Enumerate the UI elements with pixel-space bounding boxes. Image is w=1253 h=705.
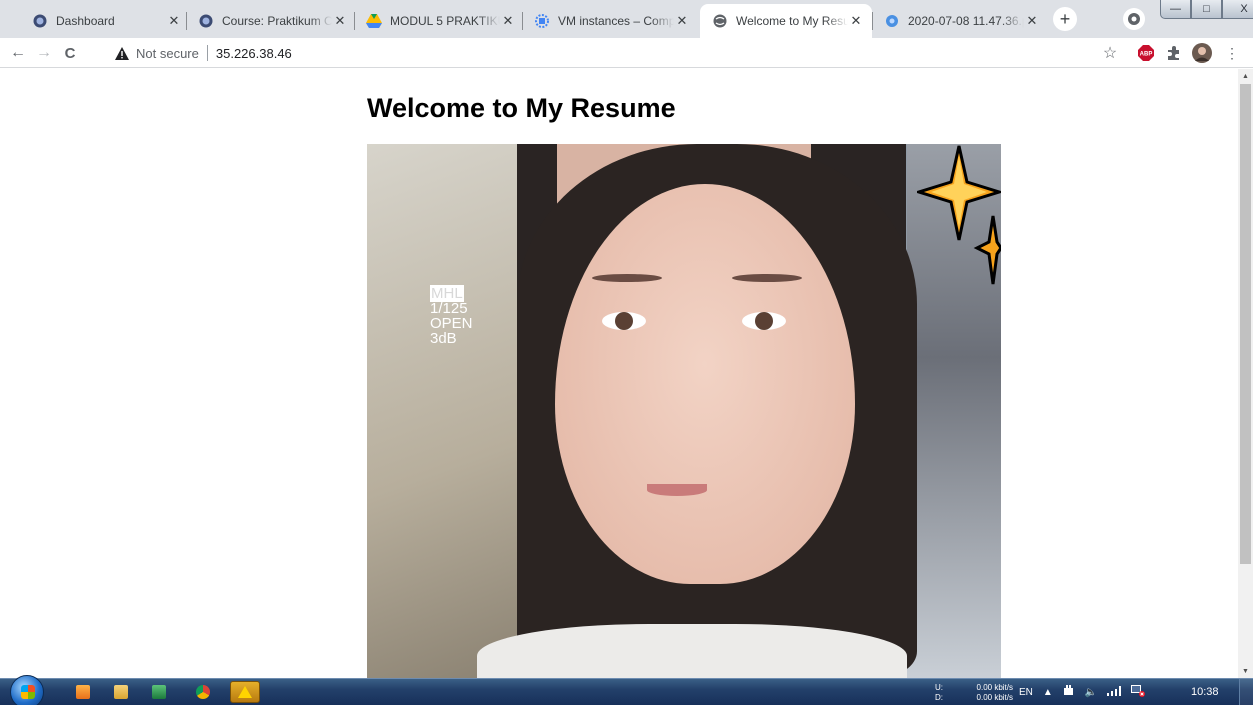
chrome-profile-icon[interactable] [1123,8,1145,30]
maximize-button[interactable]: □ [1191,0,1222,19]
tab-course-praktikum[interactable]: Course: Praktikum Cloud ✕ [186,4,356,38]
blue-dot-icon [884,13,900,29]
window-close-button[interactable]: X [1222,0,1253,19]
spreadsheet-icon [152,685,166,699]
close-icon[interactable]: ✕ [500,13,516,29]
tray-expand-arrow-icon[interactable]: ▲ [1043,687,1053,698]
omnibox-separator [206,45,208,61]
browser-toolbar: ← → C Not secure 35.226.38.46 ☆ ABP ⋮ [0,38,1253,68]
taskbar-chrome[interactable] [188,681,218,703]
globe-icon [712,13,728,29]
kebab-menu-icon[interactable]: ⋮ [1222,43,1242,63]
google-drive-icon [366,13,382,29]
security-label[interactable]: Not secure [136,46,199,61]
power-icon[interactable] [1063,685,1075,700]
tab-title: MODUL 5 PRAKTIKUM [390,14,500,28]
address-bar[interactable]: Not secure 35.226.38.46 [104,41,1124,65]
forward-button[interactable]: → [34,43,54,63]
page-viewport: Welcome to My Resume MHL 1/125 OPEN 3dB [0,69,1238,678]
upload-label: U: [935,682,943,692]
overlay-line: OPEN [430,315,473,332]
photo-mouth [647,484,707,496]
network-error-icon[interactable] [1131,685,1146,700]
tab-title: VM instances – Compute [558,14,674,28]
photo-overlay-text: MHL 1/125 OPEN 3dB [430,285,473,347]
new-tab-button[interactable]: + [1053,7,1077,31]
taskbar-explorer[interactable] [106,681,136,703]
tab-title: Welcome to My Resume [736,14,848,28]
signal-bars-icon[interactable] [1107,686,1122,699]
window-controls: — □ X [1160,0,1253,20]
upload-value: 0.00 kbit/s [976,682,1013,692]
taskbar-spreadsheet[interactable] [144,681,174,703]
scrollbar-thumb[interactable] [1240,84,1251,564]
folder-icon [114,685,128,699]
overlay-line: 3dB [430,330,457,347]
warning-icon[interactable] [114,45,130,61]
download-value: 0.00 kbit/s [976,692,1013,702]
close-icon[interactable]: ✕ [1024,13,1040,29]
compute-engine-icon [534,13,550,29]
network-values: 0.00 kbit/s 0.00 kbit/s [949,683,1013,703]
sparkle-icon [917,145,1001,285]
moodle-icon [198,13,214,29]
tab-dashboard[interactable]: Dashboard ✕ [20,4,190,38]
adblock-plus-icon[interactable]: ABP [1136,43,1156,63]
back-button[interactable]: ← [8,43,28,63]
windows-taskbar: U: D: 0.00 kbit/s 0.00 kbit/s EN ▲ 🔈 10:… [0,675,1253,705]
overlay-line: 1/125 [430,300,468,317]
close-icon[interactable]: ✕ [332,13,348,29]
tab-title: 2020-07-08 11.47.36.png [908,14,1024,28]
minimize-button[interactable]: — [1160,0,1191,19]
tab-vm-instances[interactable]: VM instances – Compute ✕ [522,4,698,38]
clock-time[interactable]: 10:38 [1191,686,1219,698]
network-labels: U: D: [935,683,949,703]
extensions-puzzle-icon[interactable] [1164,43,1184,63]
svg-text:ABP: ABP [1140,52,1153,58]
scroll-down-arrow-icon[interactable]: ▼ [1238,664,1253,678]
tab-modul-5[interactable]: MODUL 5 PRAKTIKUM ✕ [354,4,524,38]
profile-avatar[interactable] [1192,43,1212,63]
photo-shirt [477,624,907,678]
start-button[interactable] [10,675,44,705]
bookmark-star-icon[interactable]: ☆ [1100,43,1120,63]
tab-title: Course: Praktikum Cloud [222,14,332,28]
warning-icon [238,686,252,698]
vertical-scrollbar[interactable]: ▲ ▼ [1238,69,1253,678]
photo-brow [732,274,802,282]
close-icon[interactable]: ✕ [848,13,864,29]
page-title: Welcome to My Resume [367,93,676,123]
photo-eye [602,312,646,330]
moodle-icon [32,13,48,29]
profile-photo: MHL 1/125 OPEN 3dB [367,144,1001,678]
volume-icon[interactable]: 🔈 [1085,687,1097,698]
language-indicator[interactable]: EN [1019,687,1033,698]
system-tray: U: D: 0.00 kbit/s 0.00 kbit/s EN ▲ 🔈 [935,679,1155,705]
scroll-up-arrow-icon[interactable]: ▲ [1238,69,1253,83]
tab-title: Dashboard [56,14,115,28]
photo-background-wall [367,144,517,678]
url-text[interactable]: 35.226.38.46 [216,46,292,61]
tab-welcome-resume[interactable]: Welcome to My Resume ✕ [700,4,872,38]
tab-screenshot-png[interactable]: 2020-07-08 11.47.36.png ✕ [872,4,1048,38]
close-icon[interactable]: ✕ [166,13,182,29]
media-player-icon [76,685,90,699]
tab-strip: Dashboard ✕ Course: Praktikum Cloud ✕ MO… [0,0,1253,38]
photo-eye [742,312,786,330]
close-icon[interactable]: ✕ [674,13,690,29]
taskbar-media-player[interactable] [68,681,98,703]
taskbar-warning-app[interactable] [230,681,260,703]
chrome-icon [196,685,210,699]
download-label: D: [935,692,943,702]
reload-button[interactable]: C [60,43,80,63]
photo-brow [592,274,662,282]
show-desktop-button[interactable] [1239,679,1253,705]
